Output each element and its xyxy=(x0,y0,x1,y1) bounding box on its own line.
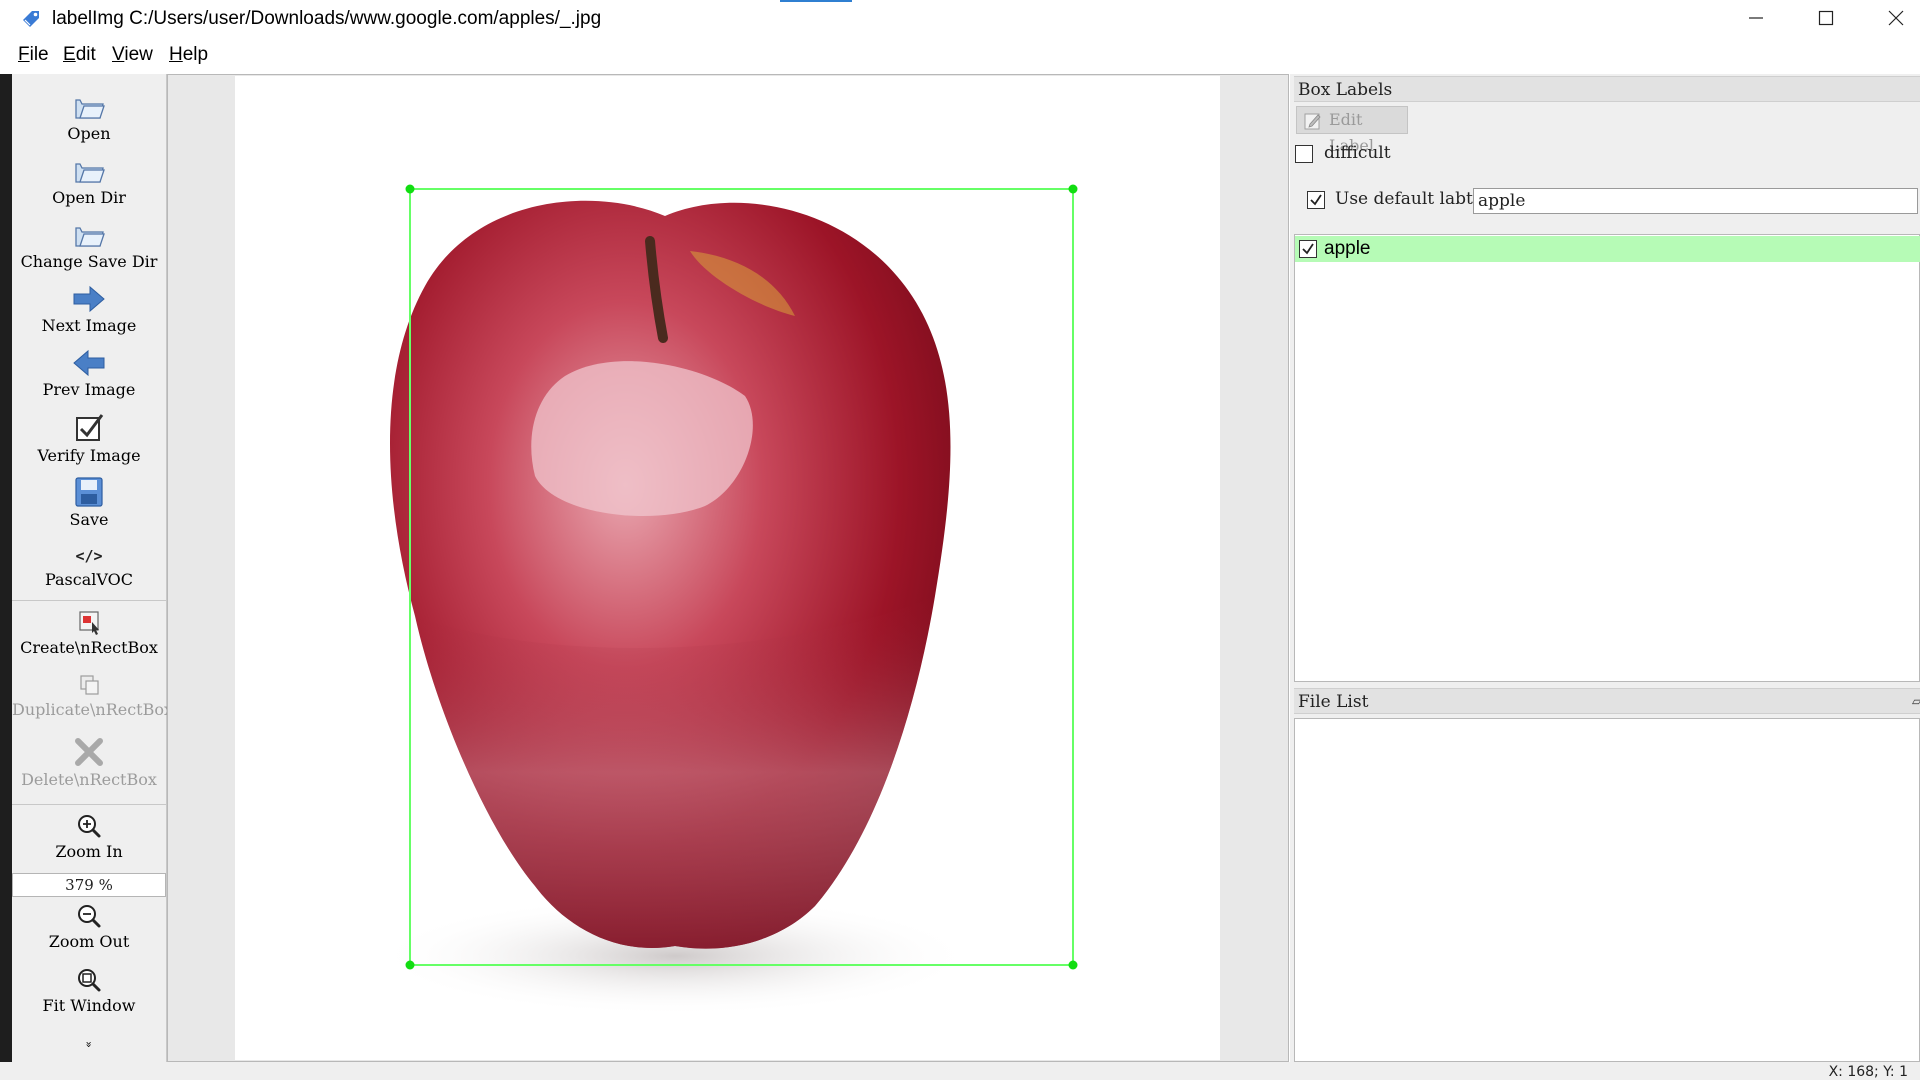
window-title: labelImg C:/Users/user/Downloads/www.goo… xyxy=(52,8,602,29)
minimize-button[interactable] xyxy=(1728,0,1784,36)
menu-file[interactable]: File xyxy=(18,44,49,66)
menu-view[interactable]: View xyxy=(112,44,153,66)
label-list[interactable] xyxy=(1294,234,1920,682)
status-bar xyxy=(0,1062,1920,1080)
folder-open-icon xyxy=(75,227,105,247)
format-label: PascalVOC xyxy=(44,570,134,589)
apple-highlight xyxy=(531,361,753,516)
apple-image xyxy=(375,200,975,1016)
zoom-out-icon xyxy=(78,905,101,928)
checkmark-icon xyxy=(1302,243,1314,255)
zoom-in-label: Zoom In xyxy=(55,842,123,861)
use-default-label-checkbox[interactable] xyxy=(1307,191,1325,209)
create-rectbox-label: Create\nRectBox xyxy=(20,638,158,657)
difficult-checkbox[interactable] xyxy=(1295,145,1313,163)
change-save-dir-label: Change Save Dir xyxy=(20,252,158,271)
change-save-dir-button[interactable]: Change Save Dir xyxy=(12,220,166,271)
duplicate-rectbox-button[interactable]: Duplicate\nRectBox xyxy=(12,672,174,719)
verify-image-label: Verify Image xyxy=(37,446,141,465)
menu-edit[interactable]: Edit xyxy=(63,44,96,66)
prev-image-button[interactable]: Prev Image xyxy=(12,348,166,399)
taskbar-accent xyxy=(780,0,852,2)
toolbar-separator xyxy=(12,600,166,601)
maximize-icon xyxy=(1818,10,1834,26)
label-list-item[interactable] xyxy=(1295,236,1920,262)
dock-float-icon[interactable]: ▱ xyxy=(1912,694,1920,708)
delete-rectbox-label: Delete\nRectBox xyxy=(21,770,157,789)
minimize-icon xyxy=(1749,17,1763,19)
code-tag-icon: </> xyxy=(75,547,102,565)
fit-window-button[interactable]: Fit Window xyxy=(12,966,166,1015)
maximize-button[interactable] xyxy=(1798,0,1854,36)
save-button[interactable]: Save xyxy=(12,476,166,529)
labelimg-app-icon xyxy=(23,11,39,27)
fit-window-label: Fit Window xyxy=(42,996,136,1015)
duplicate-rectbox-label: Duplicate\nRectBox xyxy=(12,700,174,719)
arrow-left-icon xyxy=(73,349,105,377)
next-image-button[interactable]: Next Image xyxy=(12,284,166,335)
open-dir-label: Open Dir xyxy=(52,188,126,207)
zoom-value-field[interactable]: 379 % xyxy=(12,873,166,897)
difficult-label: difficult xyxy=(1324,143,1391,163)
delete-rectbox-button[interactable]: Delete\nRectBox xyxy=(12,736,166,789)
menu-bar xyxy=(0,36,1920,74)
status-coordinates: X: 168; Y: 1 xyxy=(1828,1064,1908,1080)
svg-text:</>: </> xyxy=(75,547,102,565)
file-list[interactable] xyxy=(1294,718,1920,1062)
duplicate-icon xyxy=(80,675,99,695)
toolbar-overflow-button[interactable]: » xyxy=(83,1035,96,1055)
checkmark-icon xyxy=(1310,194,1322,206)
folder-open-icon xyxy=(75,163,105,183)
floppy-disk-icon xyxy=(75,477,103,507)
zoom-in-icon xyxy=(78,815,101,838)
format-toggle-button[interactable]: </> PascalVOC xyxy=(12,544,166,589)
zoom-out-button[interactable]: Zoom Out xyxy=(12,902,166,951)
open-dir-button[interactable]: Open Dir xyxy=(12,156,166,207)
desktop-edge xyxy=(0,74,12,1074)
delete-x-icon xyxy=(75,738,103,766)
box-labels-title: Box Labels xyxy=(1294,76,1920,102)
edit-pencil-icon xyxy=(1304,113,1321,130)
menu-help[interactable]: Help xyxy=(169,44,208,66)
open-button[interactable]: Open xyxy=(12,92,166,143)
file-list-title: File List xyxy=(1294,688,1920,714)
create-rect-icon xyxy=(79,611,99,635)
checkbox-verify-icon xyxy=(76,414,104,441)
zoom-in-button[interactable]: Zoom In xyxy=(12,812,166,861)
next-image-label: Next Image xyxy=(41,316,137,335)
close-icon xyxy=(1888,10,1904,26)
zoom-out-label: Zoom Out xyxy=(48,932,130,951)
toolbar-separator xyxy=(12,804,166,805)
apple-lower-tone xyxy=(415,596,935,949)
label-item-text: apple xyxy=(1324,238,1371,259)
use-default-label-text: Use default labtel xyxy=(1335,189,1489,209)
open-label: Open xyxy=(67,124,111,143)
create-rectbox-button[interactable]: Create\nRectBox xyxy=(12,608,166,657)
arrow-right-icon xyxy=(73,285,105,313)
label-item-checkbox[interactable] xyxy=(1299,240,1317,258)
verify-image-button[interactable]: Verify Image xyxy=(12,412,166,465)
toolbar: Open Open Dir Change Save Dir Next Image… xyxy=(12,74,174,1062)
fit-window-icon xyxy=(78,969,101,992)
prev-image-label: Prev Image xyxy=(42,380,136,399)
folder-open-icon xyxy=(75,99,105,119)
save-label: Save xyxy=(69,510,109,529)
default-label-input[interactable]: apple xyxy=(1473,188,1918,214)
edit-label-button[interactable]: Edit Label xyxy=(1296,106,1408,155)
close-button[interactable] xyxy=(1868,0,1920,36)
